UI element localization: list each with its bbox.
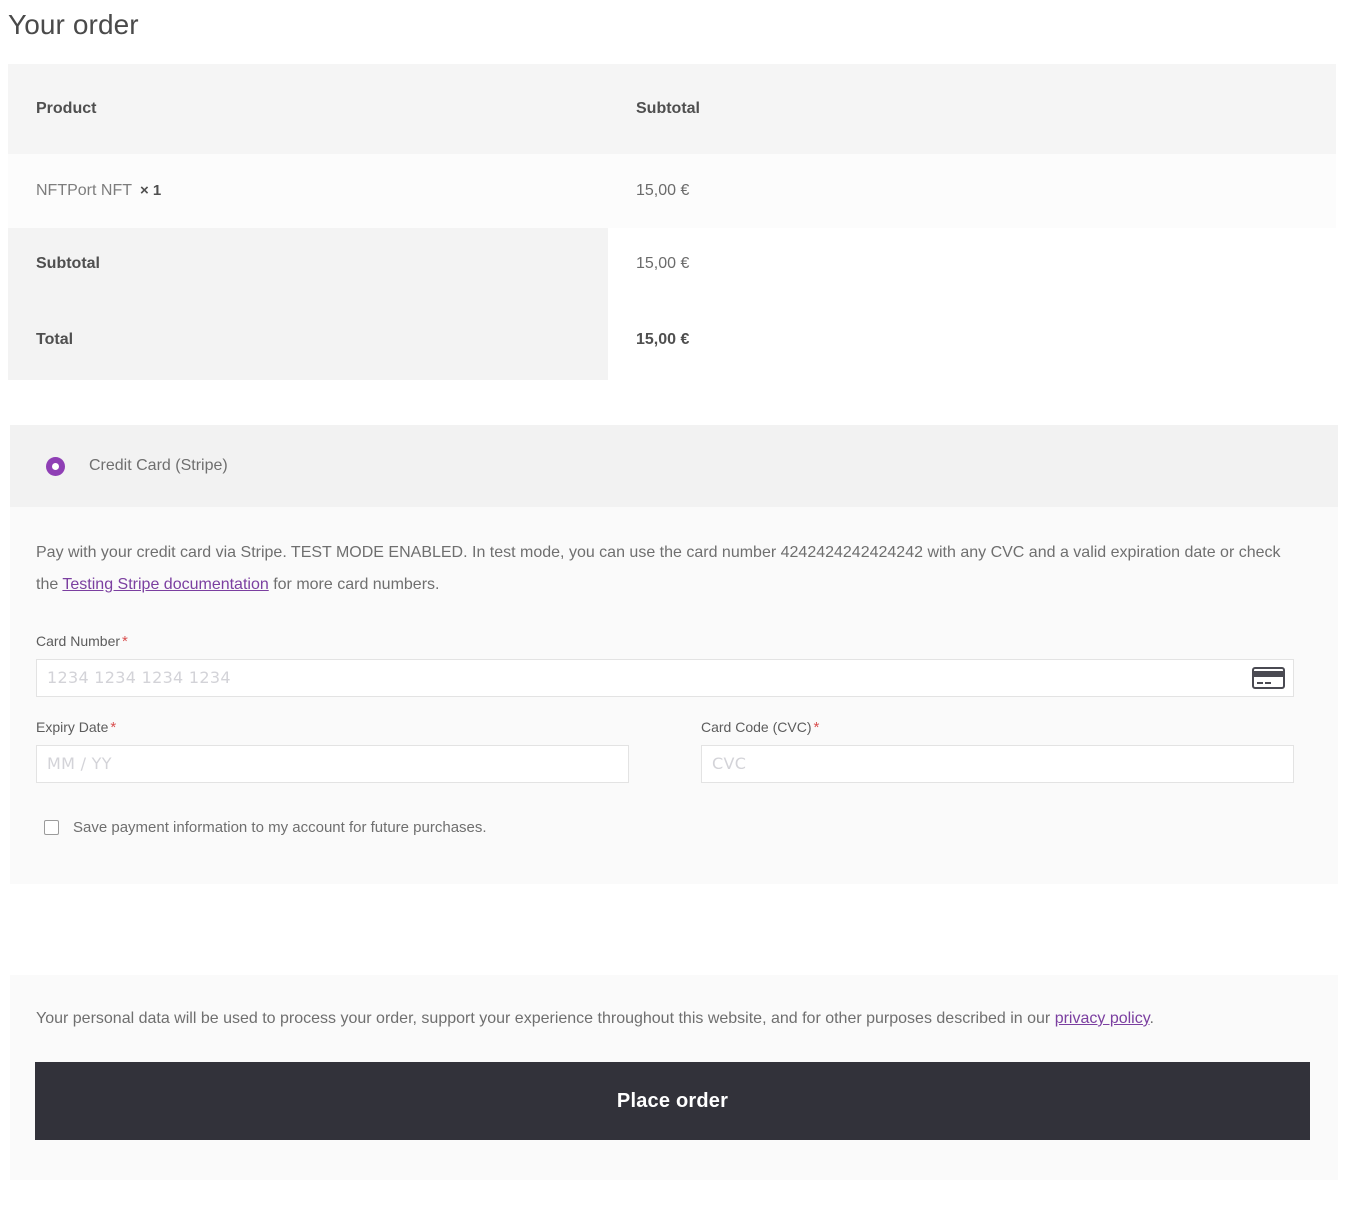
order-table-body: NFTPort NFT × 1 15,00 €: [8, 154, 1336, 228]
radio-inner-dot: [52, 462, 59, 470]
table-row-subtotal: Subtotal 15,00 €: [8, 228, 1336, 300]
page-title: Your order: [8, 9, 139, 40]
table-row: NFTPort NFT × 1 15,00 €: [8, 154, 1336, 228]
card-icon-dash-2: [1265, 682, 1271, 684]
required-marker: *: [122, 633, 128, 650]
required-marker: *: [813, 719, 820, 736]
expiry-date-placeholder: MM / YY: [47, 754, 112, 773]
total-value: 15,00 €: [608, 300, 1336, 380]
payment-method-label: Credit Card (Stripe): [89, 457, 228, 474]
expiry-field-group: Expiry Date * MM / YY: [36, 719, 629, 783]
column-header-subtotal: Subtotal: [608, 64, 1336, 154]
subtotal-value: 15,00 €: [608, 228, 1336, 300]
order-table-foot: Subtotal 15,00 € Total 15,00 €: [8, 228, 1336, 380]
card-number-label: Card Number *: [36, 633, 1294, 650]
order-table-head: Product Subtotal: [8, 64, 1336, 154]
order-review-table: Product Subtotal NFTPort NFT × 1 15,00 € …: [8, 64, 1336, 380]
card-icon-magstripe: [1254, 671, 1283, 677]
cvc-label-text: Card Code (CVC): [701, 719, 812, 735]
credit-card-icon: [1252, 667, 1285, 689]
subtotal-label: Subtotal: [8, 228, 608, 300]
cvc-input[interactable]: CVC: [701, 745, 1294, 783]
save-payment-info-row[interactable]: Save payment information to my account f…: [10, 783, 1338, 836]
expiry-cvc-row: Expiry Date * MM / YY Card Code (CVC) * CV…: [10, 697, 1338, 783]
payment-method-option-stripe[interactable]: Credit Card (Stripe): [10, 425, 1338, 507]
privacy-policy-link[interactable]: privacy policy: [1055, 1010, 1150, 1027]
table-header-row: Product Subtotal: [8, 64, 1336, 154]
privacy-policy-text: Your personal data will be used to proce…: [10, 975, 1338, 1035]
card-icon-dash-1: [1257, 682, 1263, 684]
cvc-placeholder: CVC: [712, 754, 747, 773]
payment-methods-box: Credit Card (Stripe) Pay with your credi…: [10, 425, 1338, 884]
table-row-total: Total 15,00 €: [8, 300, 1336, 380]
cart-item-subtotal: 15,00 €: [608, 154, 1336, 228]
cart-item-name: NFTPort NFT: [36, 182, 132, 199]
privacy-text-1: Your personal data will be used to proce…: [36, 1010, 1055, 1027]
cart-item-name-cell: NFTPort NFT × 1: [8, 154, 608, 228]
card-number-field-group: Card Number * 1234 1234 1234 1234: [10, 601, 1338, 697]
payment-description-text-2: for more card numbers.: [268, 576, 440, 593]
radio-selected-icon[interactable]: [46, 456, 65, 476]
expiry-date-label: Expiry Date *: [36, 719, 629, 736]
save-payment-info-checkbox[interactable]: [44, 820, 59, 835]
cvc-label: Card Code (CVC) *: [701, 719, 1294, 736]
required-marker: *: [110, 719, 117, 736]
column-header-product: Product: [8, 64, 608, 154]
expiry-date-label-text: Expiry Date: [36, 719, 109, 735]
privacy-text-2: .: [1149, 1010, 1154, 1027]
card-number-placeholder: 1234 1234 1234 1234: [47, 668, 231, 687]
place-order-button[interactable]: Place order: [35, 1062, 1310, 1140]
cart-item-quantity: × 1: [140, 182, 162, 199]
card-number-label-text: Card Number: [36, 633, 121, 649]
payment-method-panel: Pay with your credit card via Stripe. TE…: [10, 507, 1338, 884]
checkout-footer-panel: Your personal data will be used to proce…: [10, 975, 1338, 1180]
save-payment-info-label: Save payment information to my account f…: [73, 819, 487, 836]
card-number-input[interactable]: 1234 1234 1234 1234: [36, 659, 1294, 697]
testing-stripe-documentation-link[interactable]: Testing Stripe documentation: [62, 576, 268, 593]
payment-description: Pay with your credit card via Stripe. TE…: [10, 507, 1338, 601]
expiry-date-input[interactable]: MM / YY: [36, 745, 629, 783]
total-label: Total: [8, 300, 608, 380]
cvc-field-group: Card Code (CVC) * CVC: [701, 719, 1294, 783]
